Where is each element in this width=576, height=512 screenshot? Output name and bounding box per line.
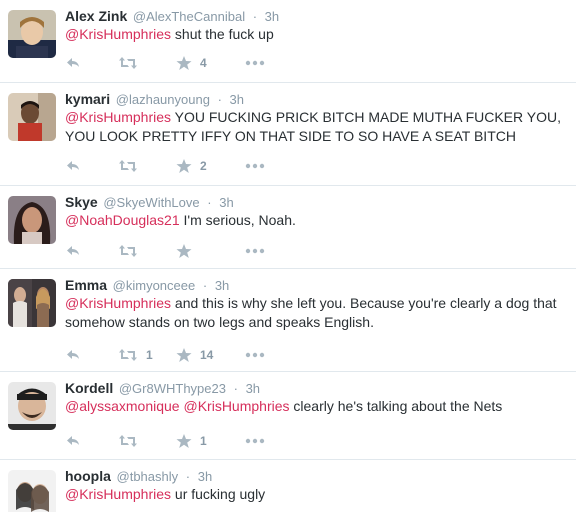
separator-dot: · bbox=[185, 469, 191, 484]
tweet-timeline: Alex Zink @AlexTheCannibal · 3h @KrisHum… bbox=[0, 0, 576, 512]
star-icon bbox=[176, 55, 192, 71]
tweet-username[interactable]: @Gr8WHThype23 bbox=[119, 381, 226, 396]
reply-icon bbox=[65, 158, 81, 174]
tweet-text: @KrisHumphries shut the fuck up bbox=[65, 25, 570, 44]
more-button[interactable] bbox=[245, 158, 265, 174]
more-button[interactable] bbox=[245, 55, 265, 71]
star-icon bbox=[176, 158, 192, 174]
tweet-body: shut the fuck up bbox=[171, 26, 274, 42]
favorite-button[interactable]: 2 bbox=[176, 158, 207, 174]
tweet-username[interactable]: @lazhaunyoung bbox=[116, 92, 210, 107]
separator-dot: · bbox=[233, 381, 238, 396]
mention-link[interactable]: @KrisHumphries bbox=[65, 109, 171, 125]
tweet-body: I'm serious, Noah. bbox=[179, 212, 296, 228]
tweet-username[interactable]: @kimyonceee bbox=[113, 278, 196, 293]
retweet-icon bbox=[118, 347, 138, 363]
favorite-button[interactable]: 14 bbox=[176, 347, 213, 363]
favorite-count: 14 bbox=[200, 348, 214, 362]
retweet-button[interactable]: 1 bbox=[118, 347, 153, 363]
mention-link[interactable]: @KrisHumphries bbox=[184, 398, 290, 414]
retweet-icon bbox=[118, 243, 138, 259]
tweet-timestamp[interactable]: 3h bbox=[230, 92, 244, 107]
tweet[interactable]: Emma @kimyonceee · 3h @KrisHumphries and… bbox=[0, 269, 576, 372]
tweet-text: @alyssaxmonique @KrisHumphries clearly h… bbox=[65, 397, 570, 416]
tweet-fullname[interactable]: Emma bbox=[65, 277, 107, 293]
separator-dot: · bbox=[217, 92, 222, 107]
avatar[interactable] bbox=[8, 196, 56, 244]
retweet-button[interactable] bbox=[118, 243, 146, 259]
separator-dot: · bbox=[202, 278, 208, 293]
tweet-text: @NoahDouglas21 I'm serious, Noah. bbox=[65, 211, 570, 230]
tweet-fullname[interactable]: Alex Zink bbox=[65, 8, 127, 24]
favorite-count: 2 bbox=[200, 159, 207, 173]
tweet-text: @KrisHumphries YOU FUCKING PRICK BITCH M… bbox=[65, 108, 570, 146]
retweet-icon bbox=[118, 433, 138, 449]
reply-icon bbox=[65, 243, 81, 259]
tweet-username[interactable]: @tbhashly bbox=[117, 469, 179, 484]
star-icon bbox=[176, 243, 192, 259]
more-button[interactable] bbox=[245, 243, 265, 259]
star-icon bbox=[176, 433, 192, 449]
retweet-icon bbox=[118, 158, 138, 174]
tweet-fullname[interactable]: Skye bbox=[65, 194, 98, 210]
tweet-fullname[interactable]: kymari bbox=[65, 91, 110, 107]
tweet-timestamp[interactable]: 3h bbox=[265, 9, 279, 24]
tweet-text: @KrisHumphries and this is why she left … bbox=[65, 294, 570, 332]
tweet[interactable]: hoopla @tbhashly · 3h @KrisHumphries ur … bbox=[0, 460, 576, 512]
tweet[interactable]: Alex Zink @AlexTheCannibal · 3h @KrisHum… bbox=[0, 0, 576, 83]
reply-button[interactable] bbox=[65, 243, 81, 259]
reply-button[interactable] bbox=[65, 55, 81, 71]
separator-dot: · bbox=[207, 195, 212, 210]
more-dots-icon bbox=[245, 55, 265, 71]
reply-button[interactable] bbox=[65, 158, 81, 174]
avatar[interactable] bbox=[8, 93, 56, 141]
tweet-body: ur fucking ugly bbox=[171, 486, 266, 502]
more-button[interactable] bbox=[245, 433, 265, 449]
favorite-count: 1 bbox=[200, 434, 207, 448]
tweet-body: clearly he's talking about the Nets bbox=[289, 398, 503, 414]
retweet-count: 1 bbox=[146, 348, 153, 362]
avatar[interactable] bbox=[8, 279, 56, 327]
avatar[interactable] bbox=[8, 10, 56, 58]
reply-icon bbox=[65, 55, 81, 71]
tweet-fullname[interactable]: hoopla bbox=[65, 468, 111, 484]
favorite-button[interactable]: 1 bbox=[176, 433, 207, 449]
tweet[interactable]: kymari @lazhaunyoung · 3h @KrisHumphries… bbox=[0, 83, 576, 186]
retweet-button[interactable] bbox=[118, 433, 146, 449]
more-dots-icon bbox=[245, 158, 265, 174]
mention-link[interactable]: @KrisHumphries bbox=[65, 486, 171, 502]
tweet-timestamp[interactable]: 3h bbox=[219, 195, 233, 210]
tweet-timestamp[interactable]: 3h bbox=[198, 469, 212, 484]
favorite-button[interactable] bbox=[176, 243, 200, 259]
favorite-count: 4 bbox=[200, 56, 207, 70]
tweet[interactable]: Kordell @Gr8WHThype23 · 3h @alyssaxmoniq… bbox=[0, 372, 576, 460]
retweet-button[interactable] bbox=[118, 55, 146, 71]
avatar[interactable] bbox=[8, 382, 56, 430]
tweet-username[interactable]: @SkyeWithLove bbox=[103, 195, 199, 210]
favorite-button[interactable]: 4 bbox=[176, 55, 207, 71]
mention-link[interactable]: @NoahDouglas21 bbox=[65, 212, 180, 228]
retweet-button[interactable] bbox=[118, 158, 146, 174]
more-dots-icon bbox=[245, 243, 265, 259]
reply-icon bbox=[65, 347, 81, 363]
reply-button[interactable] bbox=[65, 433, 81, 449]
separator-dot: · bbox=[252, 9, 258, 24]
tweet-username[interactable]: @AlexTheCannibal bbox=[133, 9, 245, 24]
tweet-timestamp[interactable]: 3h bbox=[246, 381, 260, 396]
more-dots-icon bbox=[245, 433, 265, 449]
mention-link[interactable]: @KrisHumphries bbox=[65, 26, 171, 42]
reply-icon bbox=[65, 433, 81, 449]
mention-link[interactable]: @KrisHumphries bbox=[65, 295, 171, 311]
tweet-text: @KrisHumphries ur fucking ugly bbox=[65, 485, 570, 504]
reply-button[interactable] bbox=[65, 347, 81, 363]
star-icon bbox=[176, 347, 192, 363]
tweet-timestamp[interactable]: 3h bbox=[215, 278, 229, 293]
tweet[interactable]: Skye @SkyeWithLove · 3h @NoahDouglas21 I… bbox=[0, 186, 576, 269]
more-dots-icon bbox=[245, 347, 265, 363]
retweet-icon bbox=[118, 55, 138, 71]
avatar[interactable] bbox=[8, 470, 56, 512]
more-button[interactable] bbox=[245, 347, 265, 363]
mention-link[interactable]: @alyssaxmonique bbox=[65, 398, 180, 414]
tweet-fullname[interactable]: Kordell bbox=[65, 380, 113, 396]
